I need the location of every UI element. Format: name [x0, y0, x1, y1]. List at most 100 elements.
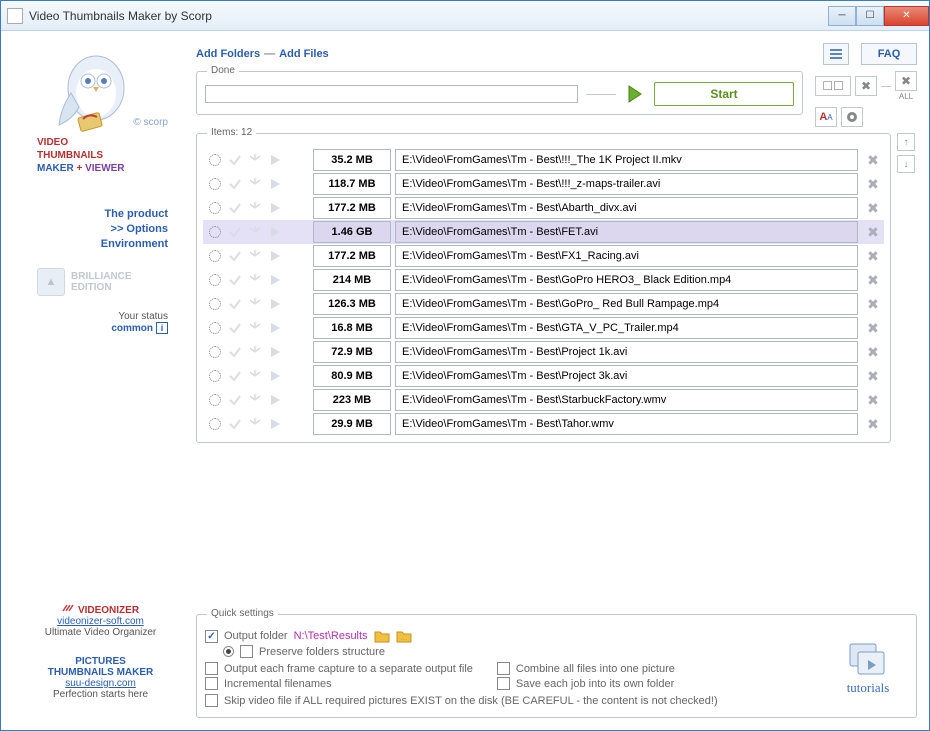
clear-selection-button[interactable]: ✖: [855, 76, 877, 96]
clear-all-button[interactable]: ✖: [895, 71, 917, 91]
fan-icon[interactable]: [247, 320, 263, 336]
check-icon[interactable]: [227, 248, 243, 264]
combine-check[interactable]: [497, 662, 510, 675]
play-icon[interactable]: [267, 248, 283, 264]
minimize-button[interactable]: ─: [828, 6, 856, 26]
fan-icon[interactable]: [247, 200, 263, 216]
check-icon[interactable]: [227, 152, 243, 168]
nav-options[interactable]: >> Options: [13, 223, 168, 235]
remove-row-button[interactable]: ✖: [862, 248, 884, 265]
remove-row-button[interactable]: ✖: [862, 368, 884, 385]
own-folder-check[interactable]: [497, 677, 510, 690]
check-icon[interactable]: [227, 272, 243, 288]
play-icon[interactable]: [267, 224, 283, 240]
fan-icon[interactable]: [247, 416, 263, 432]
table-row[interactable]: 223 MBE:\Video\FromGames\Tm - Best\Starb…: [203, 388, 884, 412]
path-cell: E:\Video\FromGames\Tm - Best\FX1_Racing.…: [395, 245, 858, 267]
list-view-button[interactable]: [823, 43, 849, 65]
check-icon[interactable]: [227, 224, 243, 240]
select-boxes-button[interactable]: ☐☐: [815, 76, 851, 96]
play-button[interactable]: [624, 83, 646, 105]
table-row[interactable]: 177.2 MBE:\Video\FromGames\Tm - Best\FX1…: [203, 244, 884, 268]
play-icon[interactable]: [267, 344, 283, 360]
table-row[interactable]: 214 MBE:\Video\FromGames\Tm - Best\GoPro…: [203, 268, 884, 292]
play-icon[interactable]: [267, 152, 283, 168]
play-icon[interactable]: [267, 320, 283, 336]
remove-row-button[interactable]: ✖: [862, 296, 884, 313]
fan-icon[interactable]: [247, 152, 263, 168]
nav-environment[interactable]: Environment: [13, 238, 168, 250]
size-cell: 177.2 MB: [313, 197, 391, 219]
check-icon[interactable]: [227, 320, 243, 336]
remove-row-button[interactable]: ✖: [862, 416, 884, 433]
fan-icon[interactable]: [247, 176, 263, 192]
check-icon[interactable]: [227, 368, 243, 384]
check-icon[interactable]: [227, 200, 243, 216]
add-folders-link[interactable]: Add Folders: [196, 48, 260, 60]
move-down-button[interactable]: ↓: [897, 155, 915, 173]
fan-icon[interactable]: [247, 344, 263, 360]
table-row[interactable]: 80.9 MBE:\Video\FromGames\Tm - Best\Proj…: [203, 364, 884, 388]
browse-folder-icon[interactable]: [374, 629, 390, 643]
table-row[interactable]: 16.8 MBE:\Video\FromGames\Tm - Best\GTA_…: [203, 316, 884, 340]
skip-check[interactable]: [205, 694, 218, 707]
separate-file-check[interactable]: [205, 662, 218, 675]
remove-row-button[interactable]: ✖: [862, 344, 884, 361]
check-icon[interactable]: [227, 344, 243, 360]
table-row[interactable]: 177.2 MBE:\Video\FromGames\Tm - Best\Aba…: [203, 196, 884, 220]
play-icon[interactable]: [267, 296, 283, 312]
remove-row-button[interactable]: ✖: [862, 200, 884, 217]
font-button[interactable]: AA: [815, 107, 837, 127]
remove-row-button[interactable]: ✖: [862, 152, 884, 169]
table-row[interactable]: 1.46 GBE:\Video\FromGames\Tm - Best\FET.…: [203, 220, 884, 244]
edition-icon: ▲: [37, 268, 65, 296]
fan-icon[interactable]: [247, 368, 263, 384]
fan-icon[interactable]: [247, 248, 263, 264]
check-icon[interactable]: [227, 416, 243, 432]
start-button[interactable]: Start: [654, 82, 794, 106]
fan-icon[interactable]: [247, 224, 263, 240]
videonizer-icon: [62, 603, 76, 613]
table-row[interactable]: 126.3 MBE:\Video\FromGames\Tm - Best\GoP…: [203, 292, 884, 316]
preserve-radio[interactable]: [223, 646, 234, 657]
suu-link[interactable]: suu-design.com: [13, 678, 188, 689]
remove-row-button[interactable]: ✖: [862, 392, 884, 409]
output-folder-check[interactable]: [205, 630, 218, 643]
remove-row-button[interactable]: ✖: [862, 272, 884, 289]
incremental-check[interactable]: [205, 677, 218, 690]
nav-product[interactable]: The product: [13, 208, 168, 220]
check-icon[interactable]: [227, 176, 243, 192]
close-button[interactable]: ✕: [884, 6, 929, 26]
fan-icon[interactable]: [247, 392, 263, 408]
fan-icon[interactable]: [247, 272, 263, 288]
play-icon[interactable]: [267, 272, 283, 288]
play-icon[interactable]: [267, 368, 283, 384]
table-row[interactable]: 29.9 MBE:\Video\FromGames\Tm - Best\Taho…: [203, 412, 884, 436]
check-icon[interactable]: [227, 296, 243, 312]
play-icon[interactable]: [267, 200, 283, 216]
table-row[interactable]: 118.7 MBE:\Video\FromGames\Tm - Best\!!!…: [203, 172, 884, 196]
play-icon[interactable]: [267, 176, 283, 192]
pictures-promo: PICTURES THUMBNAILS MAKER suu-design.com…: [13, 656, 188, 700]
tutorials-button[interactable]: tutorials: [828, 627, 908, 709]
move-up-button[interactable]: ↑: [897, 133, 915, 151]
table-row[interactable]: 72.9 MBE:\Video\FromGames\Tm - Best\Proj…: [203, 340, 884, 364]
table-row[interactable]: 35.2 MBE:\Video\FromGames\Tm - Best\!!!_…: [203, 148, 884, 172]
add-files-link[interactable]: Add Files: [279, 48, 329, 60]
remove-row-button[interactable]: ✖: [862, 224, 884, 241]
settings-gear-button[interactable]: [841, 107, 863, 127]
remove-row-button[interactable]: ✖: [862, 320, 884, 337]
faq-button[interactable]: FAQ: [861, 43, 917, 65]
status-value[interactable]: common: [111, 323, 153, 334]
remove-row-button[interactable]: ✖: [862, 176, 884, 193]
fan-icon[interactable]: [247, 296, 263, 312]
videonizer-link[interactable]: videonizer-soft.com: [13, 616, 188, 627]
info-icon[interactable]: i: [156, 322, 168, 334]
check-icon[interactable]: [227, 392, 243, 408]
play-icon[interactable]: [267, 392, 283, 408]
maximize-button[interactable]: ☐: [856, 6, 884, 26]
open-folder-icon[interactable]: …: [396, 629, 412, 643]
preserve-check[interactable]: [240, 645, 253, 658]
size-cell: 72.9 MB: [313, 341, 391, 363]
play-icon[interactable]: [267, 416, 283, 432]
